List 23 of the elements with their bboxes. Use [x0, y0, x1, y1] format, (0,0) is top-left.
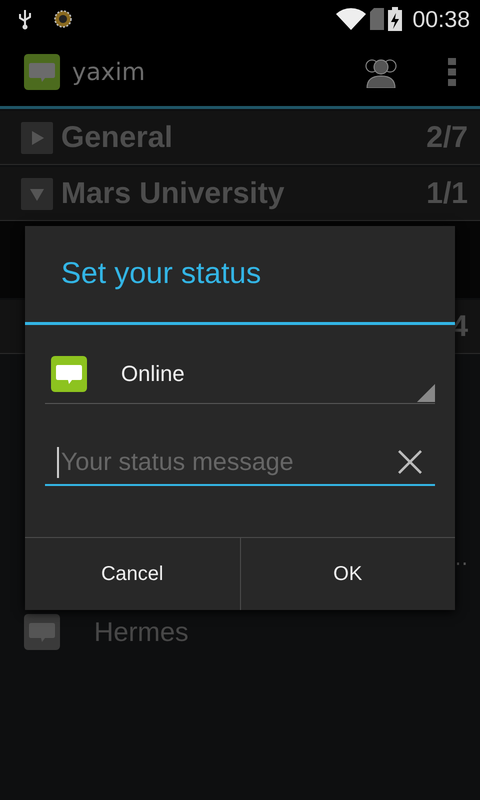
group-count: 1/1 [426, 176, 468, 210]
dialog-title: Set your status [25, 226, 455, 325]
battery-icon [388, 7, 402, 31]
online-icon [51, 356, 87, 392]
dialog-button[interactable]: OK [240, 538, 455, 610]
sim-icon [370, 8, 384, 30]
group-name: Mars University [61, 176, 284, 210]
group-name: General [61, 120, 173, 154]
usb-icon [18, 8, 32, 30]
dropdown-corner-icon [417, 384, 435, 402]
status-dropdown[interactable]: Online [45, 345, 435, 404]
wifi-icon [336, 8, 366, 30]
app-icon [24, 54, 60, 90]
clear-icon[interactable] [397, 449, 423, 475]
contact-name: Hermes [94, 616, 189, 648]
group-count: 2/7 [426, 120, 468, 154]
app-title: yaxim [72, 58, 146, 86]
status-message-field[interactable]: Your status message [45, 440, 435, 486]
clock: 00:38 [412, 6, 470, 32]
gear-icon [54, 10, 72, 28]
overflow-menu-icon[interactable] [448, 58, 456, 86]
dialog-button[interactable]: Cancel [25, 538, 240, 610]
offline-icon [24, 614, 60, 650]
